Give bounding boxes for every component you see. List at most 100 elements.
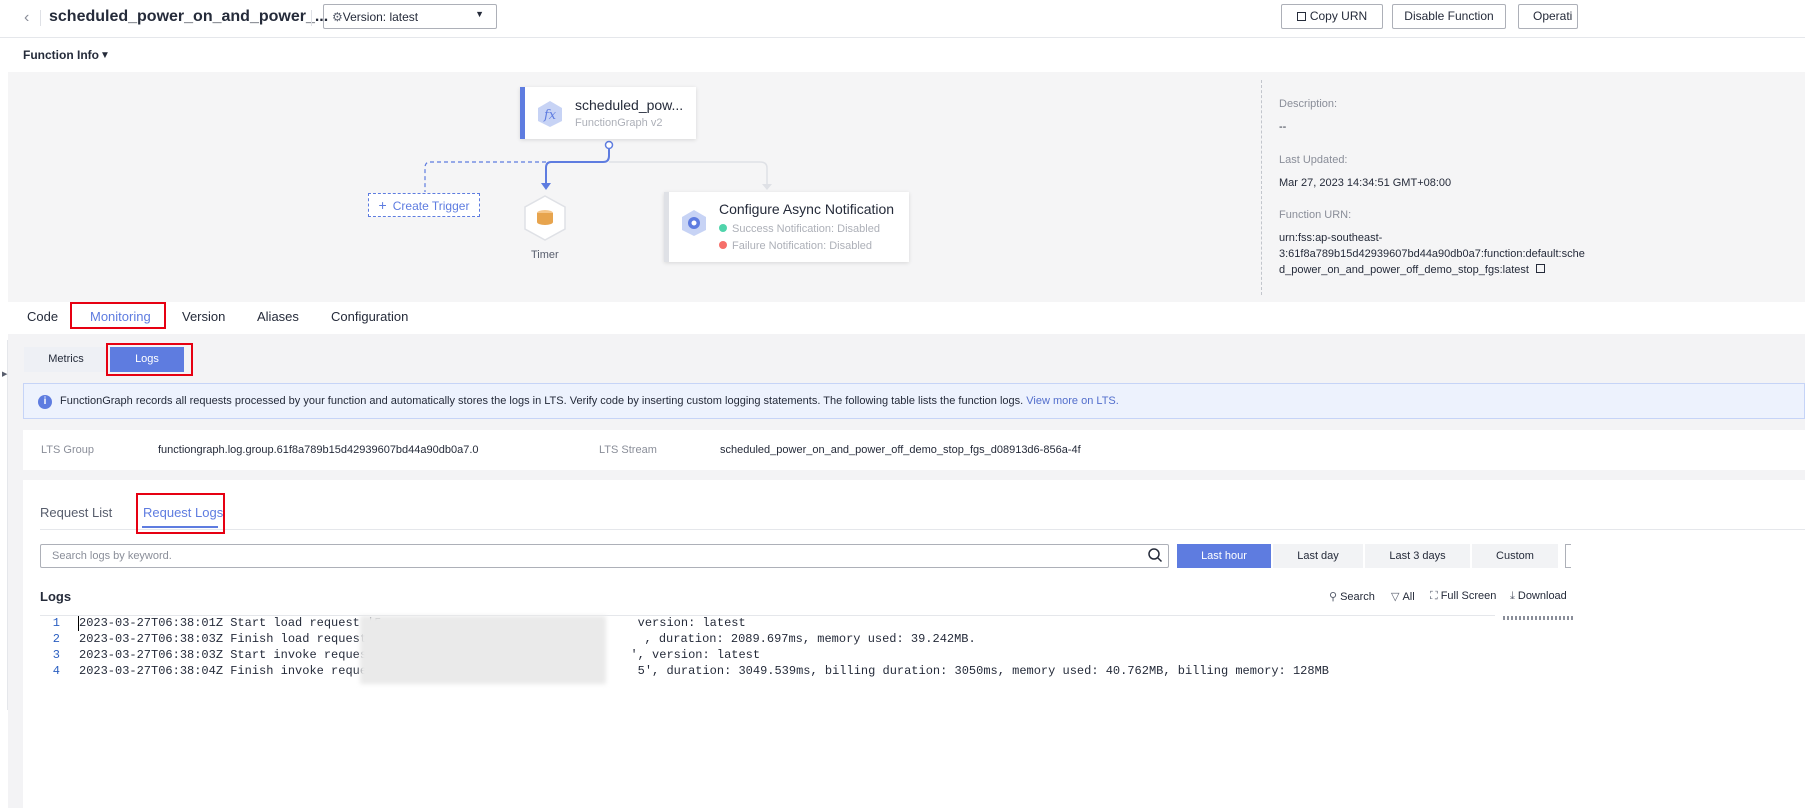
highlight-box — [70, 302, 166, 329]
filter-icon: ▽ — [1391, 591, 1400, 603]
info-banner-text: FunctionGraph records all requests proce… — [60, 395, 1119, 407]
function-urn-line-2: 3:61f8a789b15d42939607bd44a90db0a7:funct… — [1279, 248, 1585, 260]
search-action-label: Search — [1340, 591, 1375, 603]
function-icon: fx — [538, 101, 562, 127]
failure-notification-status: Failure Notification: Disabled — [719, 240, 872, 252]
function-urn-label: Function URN: — [1279, 209, 1352, 221]
last-updated-label: Last Updated: — [1279, 154, 1348, 166]
sidebar-collapse-strip[interactable] — [0, 340, 8, 710]
log-text-after: 5', duration: 3049.539ms, billing durati… — [637, 664, 1329, 678]
expand-sidebar-icon[interactable]: ▶ — [2, 370, 7, 378]
divider — [1261, 80, 1262, 295]
notification-icon — [682, 210, 706, 236]
last-updated-value: Mar 27, 2023 14:34:51 GMT+08:00 — [1279, 177, 1452, 189]
svg-text:fx: fx — [543, 108, 557, 123]
fullscreen-icon: ⛶ — [1430, 590, 1438, 602]
function-node-name: scheduled_pow... — [575, 97, 684, 113]
range-custom[interactable]: Custom — [1472, 544, 1558, 568]
create-trigger-button[interactable]: + Create Trigger — [368, 193, 480, 217]
view-more-lts-link[interactable]: View more on LTS. — [1026, 395, 1119, 407]
log-text: 2023-03-27T06:38:04Z Finish invoke reque… — [79, 664, 1329, 678]
tab-aliases[interactable]: Aliases — [257, 309, 299, 324]
range-last-3-days[interactable]: Last 3 days — [1365, 544, 1470, 568]
copy-icon[interactable] — [1536, 264, 1545, 273]
info-banner-message: FunctionGraph records all requests proce… — [60, 395, 1024, 407]
redaction-blur — [360, 616, 606, 684]
info-icon: i — [38, 395, 52, 409]
info-banner: i FunctionGraph records all requests pro… — [23, 383, 1805, 419]
function-urn-line-3-text: d_power_on_and_power_off_demo_stop_fgs:l… — [1279, 264, 1529, 276]
connector-handle[interactable] — [604, 140, 614, 150]
tab-version[interactable]: Version — [182, 309, 225, 324]
download-action[interactable]: ⤓ Download — [1510, 590, 1567, 603]
line-number: 2 — [52, 632, 60, 646]
log-text-after: version: latest — [630, 616, 746, 630]
lts-info-bar: LTS Group functiongraph.log.group.61f8a7… — [23, 430, 1805, 470]
success-status-dot — [719, 224, 727, 232]
highlight-box — [106, 343, 193, 376]
logs-title: Logs — [40, 589, 72, 604]
arrow-icon — [762, 184, 772, 190]
text-cursor — [78, 616, 79, 631]
log-viewer[interactable]: 1 2023-03-27T06:38:01Z Start load request… — [40, 615, 1805, 705]
log-text-before: 2023-03-27T06:38:04Z Finish invoke reque… — [79, 664, 389, 678]
filter-all-action[interactable]: ▽ All — [1391, 590, 1415, 603]
timer-trigger-node[interactable] — [524, 195, 566, 241]
log-text-after: ', version: latest — [630, 648, 761, 662]
function-node-runtime: FunctionGraph v2 — [575, 117, 663, 129]
lts-stream-label: LTS Stream — [599, 444, 657, 456]
search-logs-input[interactable]: Search logs by keyword. — [40, 544, 1169, 568]
copy-urn-label: Copy URN — [1309, 9, 1368, 23]
highlight-box — [136, 493, 225, 534]
connector-async — [609, 161, 768, 186]
download-icon: ⤓ — [1510, 590, 1515, 602]
connector-trigger — [424, 161, 546, 192]
lts-stream-value: scheduled_power_on_and_power_off_demo_st… — [720, 444, 1081, 456]
code-minimap[interactable] — [1503, 616, 1573, 620]
line-number: 1 — [52, 616, 60, 630]
create-trigger-label: Create Trigger — [392, 199, 470, 213]
search-icon[interactable] — [1147, 547, 1163, 563]
subtab-metrics[interactable]: Metrics — [24, 347, 108, 372]
line-number: 4 — [52, 664, 60, 678]
operations-button[interactable]: Operati — [1518, 4, 1578, 29]
operations-label: Operati — [1533, 9, 1573, 23]
search-placeholder: Search logs by keyword. — [52, 550, 172, 562]
lts-group-label: LTS Group — [41, 444, 94, 456]
description-label: Description: — [1279, 98, 1338, 110]
lts-group-value: functiongraph.log.group.61f8a789b15d4293… — [158, 444, 479, 456]
arrow-icon — [541, 183, 551, 190]
function-urn-line-3: d_power_on_and_power_off_demo_stop_fgs:l… — [1279, 262, 1545, 278]
disable-function-label: Disable Function — [1404, 9, 1494, 23]
copy-urn-button[interactable]: Copy URN — [1281, 4, 1383, 29]
success-notification-status: Success Notification: Disabled — [719, 223, 880, 235]
download-label: Download — [1517, 590, 1567, 602]
full-screen-action[interactable]: ⛶ Full Screen — [1430, 590, 1496, 603]
line-number: 3 — [52, 648, 60, 662]
failure-notification-text: Failure Notification: Disabled — [732, 240, 873, 252]
range-picker-edge — [1565, 544, 1571, 568]
log-text-after: , duration: 2089.697ms, memory used: 39.… — [644, 632, 976, 646]
log-text-before: 2023-03-27T06:38:03Z Start invoke reques… — [79, 648, 382, 662]
disable-function-button[interactable]: Disable Function — [1392, 4, 1506, 29]
function-node-card[interactable]: fx scheduled_pow... FunctionGraph v2 — [520, 87, 696, 139]
tab-configuration[interactable]: Configuration — [331, 309, 408, 324]
function-urn-line-1: urn:fss:ap-southeast- — [1279, 232, 1383, 244]
description-value: -- — [1279, 121, 1287, 133]
search-action[interactable]: ⚲ Search — [1329, 590, 1375, 603]
range-last-day[interactable]: Last day — [1273, 544, 1363, 568]
async-notification-card[interactable]: Configure Async Notification Success Not… — [664, 192, 909, 262]
failure-status-dot — [719, 241, 727, 249]
log-text-before: 2023-03-27T06:38:03Z Finish load request… — [79, 632, 382, 646]
plus-icon: + — [378, 197, 387, 213]
range-last-hour[interactable]: Last hour — [1177, 544, 1271, 568]
async-notification-title: Configure Async Notification — [719, 201, 895, 217]
diagram-connectors — [424, 140, 772, 192]
tab-code[interactable]: Code — [27, 309, 58, 324]
log-text-before: 2023-03-27T06:38:01Z Start load request … — [79, 616, 382, 630]
tab-request-list[interactable]: Request List — [40, 505, 112, 520]
timer-label: Timer — [531, 249, 559, 261]
search-icon: ⚲ — [1329, 591, 1338, 603]
copy-icon — [1296, 12, 1306, 21]
connector-timer — [545, 147, 610, 185]
